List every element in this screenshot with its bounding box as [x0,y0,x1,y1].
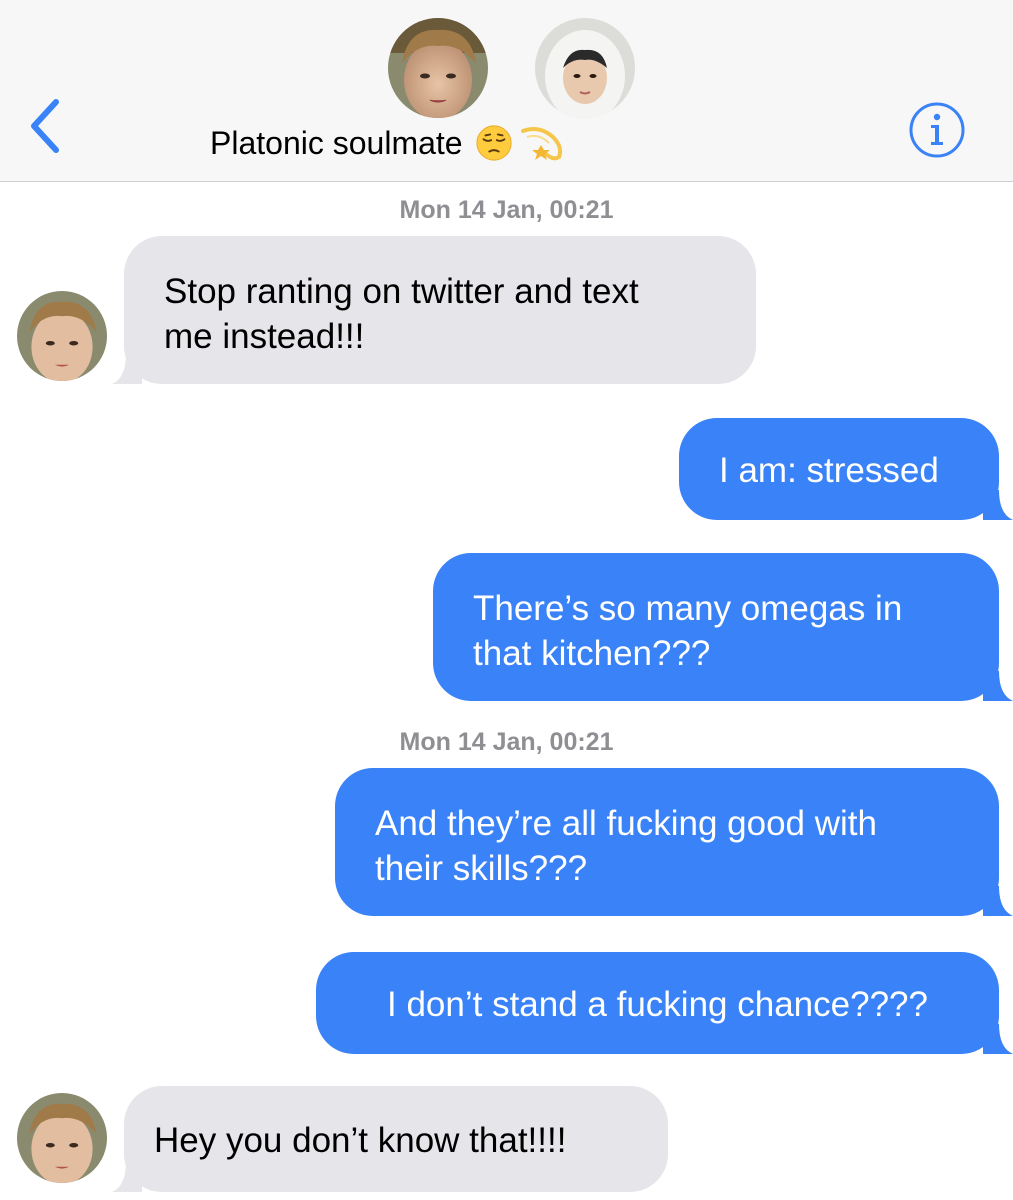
message-text: There’s so many omegas in that kitchen??… [473,589,903,673]
incoming-message[interactable]: Stop ranting on twitter and text me inst… [112,236,756,384]
pensive-face-icon [475,124,513,162]
timestamp: Mon 14 Jan, 00:21 [399,196,614,224]
chevron-left-icon [31,99,59,153]
info-button[interactable] [907,100,967,160]
outgoing-message[interactable]: I don’t stand a fucking chance???? [316,952,1013,1054]
message-text: And they’re all fucking good with their … [375,804,877,888]
outgoing-message[interactable]: There’s so many omegas in that kitchen??… [433,553,1013,701]
conversation-title[interactable]: Platonic soulmate [210,118,810,168]
sender-avatar[interactable] [17,291,107,381]
info-icon [909,102,965,158]
timestamp: Mon 14 Jan, 00:21 [399,728,614,756]
incoming-message[interactable]: Hey you don’t know that!!!! [112,1086,668,1192]
sender-avatar[interactable] [17,1093,107,1183]
outgoing-message[interactable]: And they’re all fucking good with their … [335,768,1013,916]
contact-avatar-1[interactable] [388,18,488,118]
message-text: Stop ranting on twitter and text me inst… [164,272,639,356]
message-text: Hey you don’t know that!!!! [154,1121,567,1160]
conversation-name: Platonic soulmate [210,124,463,161]
message-text: I am: stressed [719,451,939,490]
outgoing-message[interactable]: I am: stressed [679,418,1013,520]
dizzy-star-icon [519,123,567,163]
back-button[interactable] [26,96,70,156]
message-text: I don’t stand a fucking chance???? [387,985,928,1024]
contact-avatar-2[interactable] [535,18,635,118]
conversation-header: Platonic soulmate [0,0,1013,182]
